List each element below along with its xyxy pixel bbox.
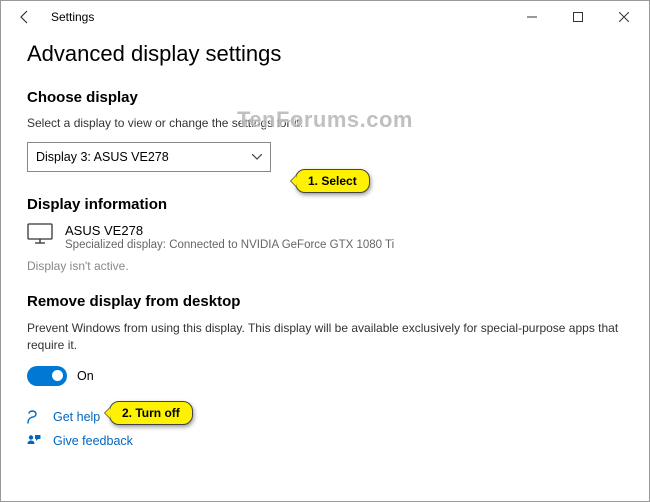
titlebar: Settings [1, 1, 649, 33]
choose-display-heading: Choose display [27, 89, 623, 106]
remove-display-toggle[interactable] [27, 366, 67, 386]
display-inactive-text: Display isn't active. [27, 259, 623, 273]
page-heading: Advanced display settings [27, 41, 623, 67]
minimize-button[interactable] [509, 2, 555, 32]
feedback-icon [27, 434, 43, 448]
monitor-icon [27, 223, 53, 245]
remove-display-toggle-row: On [27, 366, 623, 386]
display-model: ASUS VE278 [65, 223, 394, 238]
callout-select: 1. Select [295, 169, 370, 193]
toggle-knob [52, 370, 63, 381]
toggle-state-label: On [77, 369, 94, 383]
give-feedback-label: Give feedback [53, 434, 133, 448]
display-info-heading: Display information [27, 196, 623, 213]
display-select-value: Display 3: ASUS VE278 [36, 150, 169, 164]
chevron-down-icon [252, 151, 262, 163]
help-icon [27, 410, 43, 424]
window-controls [509, 2, 647, 32]
remove-display-heading: Remove display from desktop [27, 293, 623, 310]
give-feedback-link[interactable]: Give feedback [27, 434, 623, 448]
display-info-text: ASUS VE278 Specialized display: Connecte… [65, 223, 394, 251]
callout-turnoff: 2. Turn off [109, 401, 193, 425]
choose-display-instruction: Select a display to view or change the s… [27, 116, 623, 130]
maximize-button[interactable] [555, 2, 601, 32]
display-select[interactable]: Display 3: ASUS VE278 [27, 142, 271, 172]
get-help-label: Get help [53, 410, 100, 424]
close-button[interactable] [601, 2, 647, 32]
display-detail: Specialized display: Connected to NVIDIA… [65, 239, 394, 251]
remove-display-description: Prevent Windows from using this display.… [27, 320, 623, 354]
display-info-row: ASUS VE278 Specialized display: Connecte… [27, 223, 623, 251]
back-button[interactable] [11, 3, 39, 31]
window-title: Settings [51, 10, 94, 24]
content-area: Advanced display settings Choose display… [1, 33, 649, 448]
